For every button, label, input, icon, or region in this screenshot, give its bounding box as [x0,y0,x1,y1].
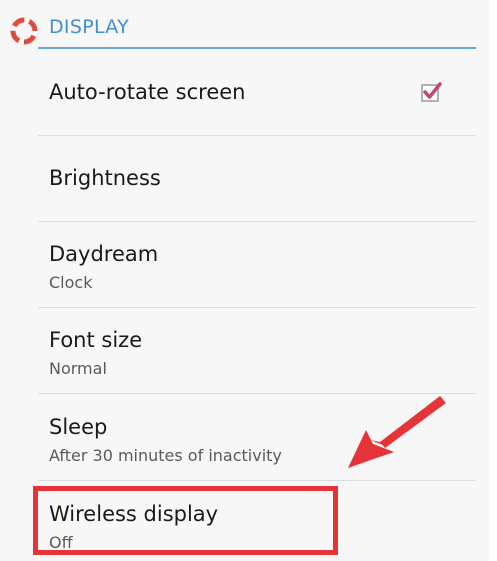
setting-daydream[interactable]: Daydream Clock [0,222,476,308]
pointer-arrow-icon [348,396,446,468]
auto-rotate-checkbox[interactable] [420,81,442,103]
section-title: DISPLAY [49,16,130,38]
settings-lifebuoy-icon [10,17,38,45]
screen-edge [489,0,497,561]
setting-summary: Clock [49,273,93,292]
setting-font-size[interactable]: Font size Normal [0,308,476,394]
setting-summary: Normal [49,359,107,378]
section-header: DISPLAY [0,0,476,49]
highlight-box [33,486,338,555]
row-divider [38,480,476,481]
section-divider [38,47,476,49]
setting-title: Daydream [49,242,159,266]
setting-title: Brightness [49,166,161,190]
setting-brightness[interactable]: Brightness [0,136,476,222]
display-settings-screen: DISPLAY Auto-rotate screen Brightness Da… [0,0,497,561]
setting-auto-rotate-screen[interactable]: Auto-rotate screen [0,50,476,136]
setting-title: Font size [49,328,143,352]
setting-title: Sleep [49,415,108,439]
setting-title: Auto-rotate screen [49,80,246,104]
setting-summary: After 30 minutes of inactivity [49,446,282,465]
